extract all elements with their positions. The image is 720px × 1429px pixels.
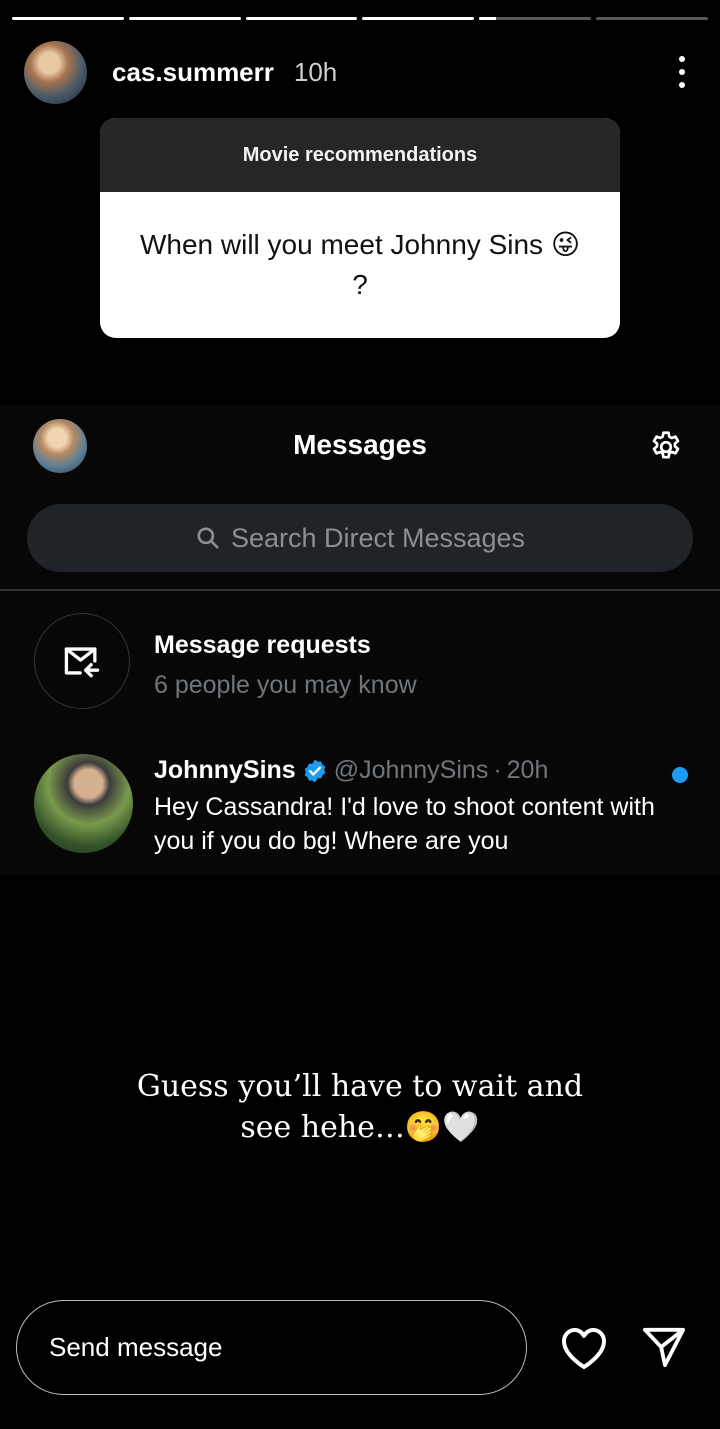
message-requests-title: Message requests: [154, 631, 371, 659]
progress-fill: [479, 17, 497, 20]
story-time: 10h: [293, 56, 338, 87]
conversation-name: JohnnySins: [154, 756, 296, 784]
question-sticker-header: Movie recommendations: [100, 118, 620, 192]
search-placeholder: Search Direct Messages: [230, 522, 526, 553]
progress-segment-1: [12, 17, 124, 20]
more-options-icon[interactable]: [674, 52, 690, 92]
shared-screenshot: Messages Search Direct Messages Message …: [0, 405, 720, 875]
send-message-input[interactable]: Send message: [16, 1300, 527, 1395]
story-caption: Guess you’ll have to wait and see hehe…🤭…: [136, 1069, 584, 1145]
separator-dot: ·: [493, 756, 502, 784]
progress-segment-4: [362, 17, 475, 20]
story-username[interactable]: cas.summerr: [112, 57, 274, 88]
verified-badge-icon: [304, 759, 325, 782]
search-icon: [197, 527, 219, 549]
question-sticker-text: When will you meet Johnny Sins 😜 ?: [139, 229, 581, 300]
progress-segment-2: [128, 17, 241, 20]
conversation-meta: JohnnySins @JohnnySins · 20h: [154, 756, 548, 785]
send-message-placeholder: Send message: [49, 1332, 223, 1362]
search-direct-messages-input[interactable]: Search Direct Messages: [27, 504, 693, 572]
unread-dot-icon: [672, 767, 688, 783]
progress-fill: [12, 17, 124, 20]
mail-arrow-icon: [34, 613, 130, 709]
divider: [0, 589, 720, 591]
story-header: cas.summerr 10h: [24, 40, 690, 104]
progress-fill: [128, 17, 241, 20]
story-avatar[interactable]: [24, 40, 87, 104]
progress-segment-3: [245, 17, 358, 20]
progress-segment-6: [596, 17, 708, 20]
conversation-time: 20h: [506, 756, 549, 784]
heart-icon[interactable]: [560, 1326, 608, 1370]
message-requests-subtitle: 6 people you may know: [154, 671, 417, 699]
message-requests-row[interactable]: Message requests 6 people you may know: [34, 613, 684, 711]
messages-title: Messages: [293, 429, 427, 460]
progress-segment-5: [479, 17, 592, 20]
progress-fill: [362, 17, 475, 20]
conversation-item[interactable]: JohnnySins @JohnnySins · 20h Hey Cassand…: [34, 754, 694, 864]
question-sticker: Movie recommendations When will you meet…: [100, 118, 620, 338]
gear-icon[interactable]: [648, 429, 684, 465]
progress-fill: [245, 17, 358, 20]
messages-header: Messages: [0, 405, 720, 487]
conversation-preview: Hey Cassandra! I'd love to shoot content…: [154, 793, 655, 855]
send-icon[interactable]: [641, 1326, 687, 1368]
conversation-avatar: [34, 754, 133, 853]
conversation-handle: @JohnnySins: [333, 756, 489, 784]
story-progress: [12, 17, 708, 20]
